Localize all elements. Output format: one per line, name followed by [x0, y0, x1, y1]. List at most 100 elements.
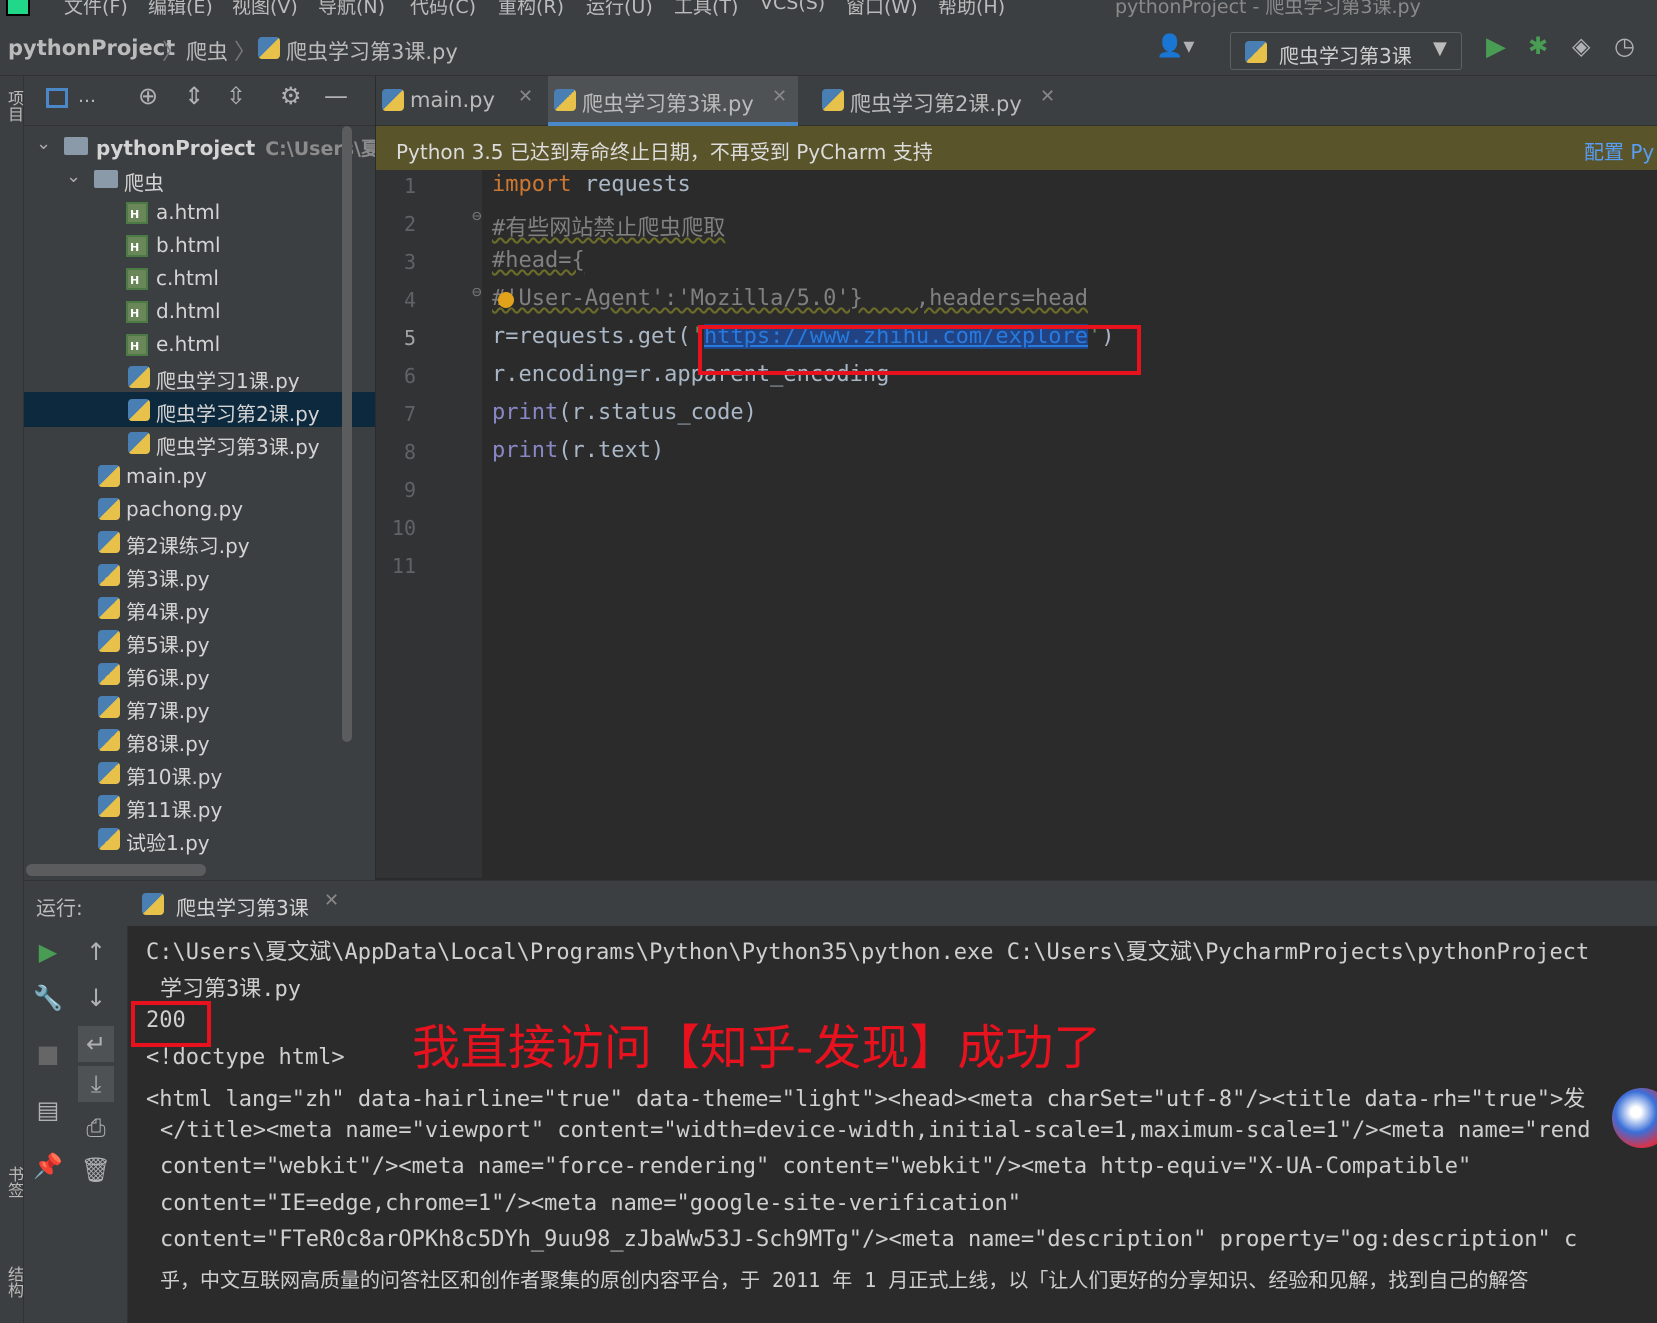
chevron-down-icon: ⌄ — [36, 133, 52, 154]
breadcrumb-file[interactable]: 爬虫学习第3课.py — [286, 36, 458, 66]
stop-icon[interactable]: ■ — [30, 1036, 66, 1072]
locate-file-icon[interactable]: ⊕ — [138, 82, 158, 110]
structure-tool-tab[interactable]: 结构 — [2, 1266, 26, 1298]
lightbulb-icon[interactable] — [498, 292, 514, 308]
close-icon[interactable]: ✕ — [1040, 86, 1055, 107]
tree-root-project[interactable]: ⌄ pythonProject C:\Users\夏 — [24, 128, 375, 163]
tree-file[interactable]: 第7课.py — [24, 689, 375, 724]
tree-file-label: 第6课.py — [126, 666, 210, 690]
tree-file[interactable]: 第4课.py — [24, 590, 375, 625]
console-line: 乎，中文互联网高质量的问答社区和创作者聚集的原创内容平台，于 2011 年 1 … — [160, 1268, 1529, 1292]
code-line-1: import requests — [492, 172, 691, 197]
close-icon[interactable]: ✕ — [324, 890, 339, 911]
tree-file-label: d.html — [156, 299, 221, 323]
run-tab[interactable]: 爬虫学习第3课 ✕ — [116, 881, 346, 927]
tree-file-label: 第7课.py — [126, 699, 210, 723]
menu-help[interactable]: 帮助(H) — [938, 0, 1005, 19]
run-console[interactable]: C:\Users\夏文斌\AppData\Local\Programs\Pyth… — [128, 926, 1657, 1323]
profile-icon[interactable]: ◷ — [1614, 32, 1635, 60]
close-icon[interactable]: ✕ — [518, 86, 533, 107]
tree-file[interactable]: 第3课.py — [24, 557, 375, 592]
menu-navigate[interactable]: 导航(N) — [318, 0, 385, 19]
breadcrumb-project[interactable]: pythonProject — [8, 36, 175, 60]
arrow-down-icon[interactable]: ↓ — [78, 980, 114, 1016]
banner-message: Python 3.5 已达到寿命终止日期，不再受到 PyCharm 支持 — [396, 140, 933, 164]
menu-run[interactable]: 运行(U) — [586, 0, 653, 19]
python-file-icon — [98, 564, 120, 586]
debug-icon[interactable]: ✱ — [1528, 32, 1548, 60]
run-toolbar: ▶ 🔧 ■ ▤ 📌 ↑ ↓ ↵ ⤓ ⎙ 🗑 — [24, 926, 128, 1323]
project-view-icon[interactable] — [46, 88, 68, 108]
tree-file[interactable]: 爬虫学习第3课.py — [24, 425, 375, 460]
menu-code[interactable]: 代码(C) — [410, 0, 476, 19]
project-h-scrollbar[interactable] — [26, 864, 206, 876]
breadcrumb-folder[interactable]: 爬虫 — [186, 36, 228, 66]
configure-interpreter-link[interactable]: 配置 Py — [1584, 136, 1654, 165]
tree-file[interactable]: main.py — [24, 458, 375, 493]
tree-file[interactable]: 第5课.py — [24, 623, 375, 658]
bookmarks-tool-tab[interactable]: 书签 — [2, 1166, 26, 1198]
menu-tools[interactable]: 工具(T) — [674, 0, 738, 19]
tab-crawler-lesson3[interactable]: 爬虫学习第3课.py ✕ — [548, 76, 798, 126]
arrow-up-icon[interactable]: ↑ — [78, 934, 114, 970]
tree-file[interactable]: b.html — [24, 227, 375, 262]
fold-icon[interactable]: ⊖ — [472, 282, 482, 301]
soft-wrap-icon[interactable]: ↵ — [78, 1026, 114, 1062]
wrench-icon[interactable]: 🔧 — [30, 980, 66, 1016]
tree-file[interactable]: a.html — [24, 194, 375, 229]
run-config-selector[interactable]: 爬虫学习第3课 ▼ — [1230, 32, 1462, 70]
collapse-all-icon[interactable]: ⇳ — [226, 82, 246, 110]
python-file-icon — [98, 828, 120, 850]
run-icon[interactable]: ▶ — [1486, 32, 1506, 62]
tree-file[interactable]: e.html — [24, 326, 375, 361]
project-view-more-icon[interactable]: … — [78, 86, 96, 107]
chevron-down-icon: ▼ — [1433, 38, 1447, 59]
tree-file[interactable]: 第11课.py — [24, 788, 375, 823]
tree-file[interactable]: 第10课.py — [24, 755, 375, 790]
menu-vcs[interactable]: VCS(S) — [760, 0, 825, 14]
line-number: 2 — [403, 212, 416, 236]
gear-icon[interactable]: ⚙ — [280, 82, 302, 110]
scroll-to-end-icon[interactable]: ⤓ — [78, 1066, 114, 1102]
menu-refactor[interactable]: 重构(R) — [498, 0, 564, 19]
tab-main-py[interactable]: main.py ✕ — [376, 76, 536, 126]
tree-folder-crawler[interactable]: ⌄ 爬虫 — [24, 161, 375, 196]
tree-file[interactable]: 爬虫学习1课.py — [24, 359, 375, 394]
trash-icon[interactable]: 🗑 — [78, 1152, 114, 1188]
tree-file[interactable]: 第8课.py — [24, 722, 375, 757]
user-account-icon[interactable]: 👤▾ — [1156, 34, 1194, 59]
tree-file[interactable]: 第6课.py — [24, 656, 375, 691]
project-scrollbar[interactable] — [342, 126, 352, 742]
fold-icon[interactable]: ⊖ — [472, 206, 482, 225]
code-line-4: #'User-Agent':'Mozilla/5.0'} ,headers=he… — [492, 286, 1088, 311]
menu-view[interactable]: 视图(V) — [232, 0, 298, 19]
coverage-icon[interactable]: ◈ — [1572, 32, 1590, 60]
tab-crawler-lesson2[interactable]: 爬虫学习第2课.py ✕ — [816, 76, 1066, 126]
project-tool-tab[interactable]: 项目 — [2, 90, 26, 122]
tree-file[interactable]: pachong.py — [24, 491, 375, 526]
close-icon[interactable]: ✕ — [772, 86, 787, 107]
layout-icon[interactable]: ▤ — [30, 1092, 66, 1128]
tree-file[interactable]: 第2课练习.py — [24, 524, 375, 559]
print-icon[interactable]: ⎙ — [78, 1110, 114, 1146]
pin-icon[interactable]: 📌 — [30, 1148, 66, 1184]
tab-label: 爬虫学习第2课.py — [850, 92, 1022, 116]
editor-tab-bar: main.py ✕ 爬虫学习第3课.py ✕ 爬虫学习第2课.py ✕ — [376, 76, 1657, 126]
tree-file-selected[interactable]: 爬虫学习第2课.py — [24, 392, 375, 427]
line-number: 4 — [403, 288, 416, 312]
tree-file[interactable]: c.html — [24, 260, 375, 295]
tree-file[interactable]: 试验1.py — [24, 821, 375, 856]
menu-file[interactable]: 文件(F) — [64, 0, 128, 19]
console-line: <html lang="zh" data-hairline="true" dat… — [146, 1087, 1586, 1112]
expand-all-icon[interactable]: ⇕ — [184, 82, 204, 110]
rerun-icon[interactable]: ▶ — [30, 934, 66, 970]
tree-file-label: 第11课.py — [126, 798, 223, 822]
menu-window[interactable]: 窗口(W) — [846, 0, 918, 19]
menu-edit[interactable]: 编辑(E) — [148, 0, 213, 19]
code-editor[interactable]: import requests #有些网站禁止爬虫爬取 #head={ #'Us… — [482, 170, 1657, 878]
line-number: 1 — [403, 174, 416, 198]
builtin-print: print — [492, 438, 559, 463]
tree-file[interactable]: d.html — [24, 293, 375, 328]
python-file-icon — [382, 89, 404, 111]
minimize-icon[interactable]: — — [324, 82, 348, 110]
